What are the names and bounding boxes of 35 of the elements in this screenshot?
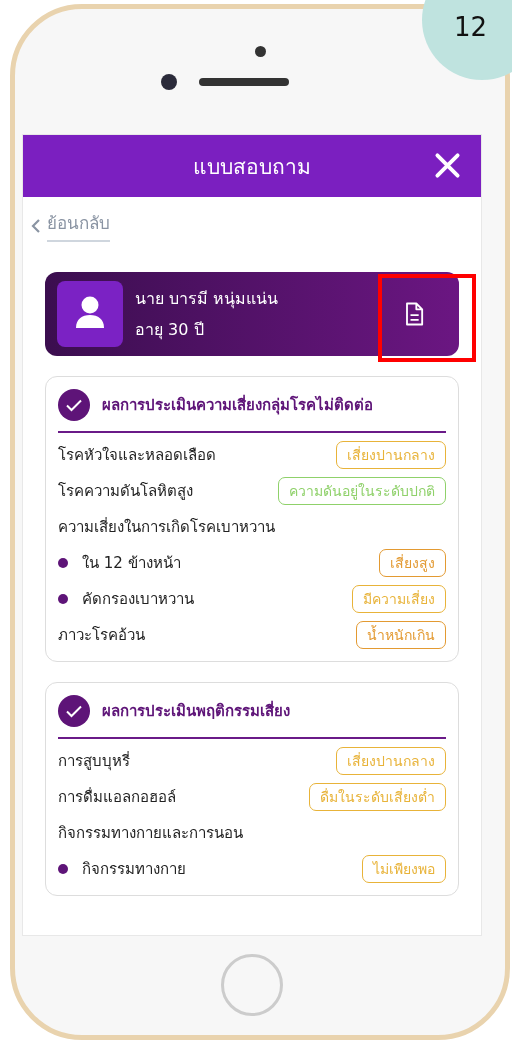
status-tag: ไม่เพียงพอ bbox=[362, 855, 446, 883]
chevron-left-icon bbox=[31, 217, 41, 234]
row-label: โรคหัวใจและหลอดเลือด bbox=[58, 445, 217, 466]
status-tag: เสี่ยงปานกลาง bbox=[336, 441, 446, 469]
status-tag: ความดันอยู่ในระดับปกติ bbox=[278, 477, 446, 505]
status-tag: มีความเสี่ยง bbox=[352, 585, 446, 613]
status-tag: ดื่มในระดับเสี่ยงต่ำ bbox=[309, 783, 446, 811]
row-label: โรคความดันโลหิตสูง bbox=[58, 481, 194, 502]
group-heading: กิจกรรมทางกายและการนอน bbox=[58, 823, 244, 844]
patient-age: อายุ 30 ปี bbox=[135, 319, 205, 342]
card-title: ผลการประเมินพฤติกรรมเสี่ยง bbox=[102, 699, 290, 722]
check-circle-icon bbox=[58, 389, 90, 421]
avatar-icon bbox=[57, 281, 123, 347]
check-circle-icon bbox=[58, 695, 90, 727]
card-title: ผลการประเมินความเสี่ยงกลุ่มโรคไม่ติดต่อ bbox=[102, 393, 373, 417]
back-link[interactable]: ย้อนกลับ bbox=[31, 209, 110, 242]
header-title: แบบสอบถาม bbox=[193, 153, 311, 181]
sensor-icon bbox=[254, 46, 266, 57]
bullet-dot bbox=[58, 594, 68, 604]
camera-icon bbox=[161, 74, 177, 90]
row-label: การสูบบุหรี่ bbox=[58, 750, 131, 773]
group-heading: ความเสี่ยงในการเกิดโรคเบาหวาน bbox=[58, 516, 276, 538]
status-tag: เสี่ยงปานกลาง bbox=[336, 747, 446, 775]
speaker-icon bbox=[199, 78, 289, 86]
patient-name: นาย บารมี หนุ่มแน่น bbox=[135, 288, 280, 311]
row-label: คัดกรองเบาหวาน bbox=[82, 589, 195, 610]
bullet-dot bbox=[58, 864, 68, 874]
close-icon[interactable] bbox=[434, 152, 461, 179]
status-tag: เสี่ยงสูง bbox=[379, 549, 446, 577]
status-tag: น้ำหนักเกิน bbox=[356, 621, 446, 649]
row-label: การดื่มแอลกอฮอล์ bbox=[58, 786, 177, 808]
row-label: กิจกรรมทางกาย bbox=[82, 859, 187, 880]
row-label: ภาวะโรคอ้วน bbox=[58, 625, 146, 646]
bullet-dot bbox=[58, 558, 68, 568]
row-label: ใน 12 ข้างหน้า bbox=[82, 553, 182, 574]
